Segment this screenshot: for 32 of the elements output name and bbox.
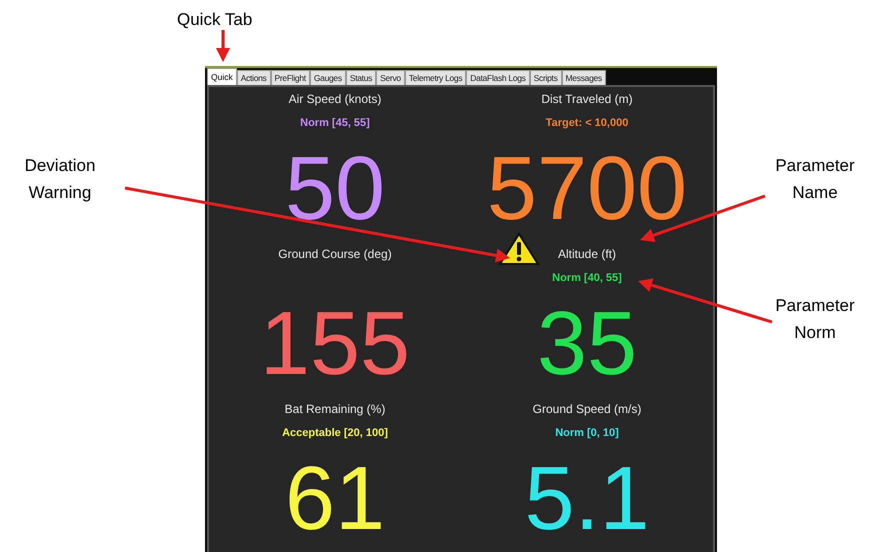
parameter-value: 50 xyxy=(284,139,386,239)
parameter-name: Altitude (ft) xyxy=(558,246,616,263)
parameter-norm: Norm [0, 10] xyxy=(555,426,619,441)
parameter-norm: Norm [45, 55] xyxy=(300,116,370,131)
parameter-name: Ground Speed (m/s) xyxy=(532,401,642,418)
tab[interactable]: Status xyxy=(346,70,376,85)
tab[interactable]: Gauges xyxy=(310,70,346,85)
parameter-value: 5.1 xyxy=(524,449,650,549)
tab[interactable]: Telemetry Logs xyxy=(404,70,466,85)
tab[interactable]: Servo xyxy=(376,70,405,85)
parameter-norm: Target: < 10,000 xyxy=(546,116,628,131)
parameter-value: 155 xyxy=(260,294,410,394)
parameter-norm: Acceptable [20, 100] xyxy=(282,426,388,441)
parameter-name: Air Speed (knots) xyxy=(288,91,382,108)
parameter-name: Dist Traveled (m) xyxy=(541,91,633,108)
annotation-label: Parameter Norm xyxy=(774,295,856,344)
tab[interactable]: PreFlight xyxy=(270,70,310,85)
parameter-value: 35 xyxy=(536,294,638,394)
tab[interactable]: DataFlash Logs xyxy=(466,70,530,85)
annotation-label: Deviation Warning xyxy=(24,155,96,204)
annotation-label: Parameter Name xyxy=(774,155,856,204)
parameter-name: Bat Remaining (%) xyxy=(284,401,386,418)
parameter-value: 5700 xyxy=(486,139,688,239)
parameter-name: Ground Course (deg) xyxy=(278,246,392,263)
parameter-norm: Norm [40, 55] xyxy=(552,270,622,286)
annotation-label: Quick Tab xyxy=(177,9,252,31)
tab[interactable]: Messages xyxy=(562,70,606,85)
tab[interactable]: Scripts xyxy=(530,70,562,85)
tab[interactable]: Actions xyxy=(236,70,271,85)
arrow xyxy=(216,30,230,62)
parameter-value: 61 xyxy=(284,449,386,549)
tab[interactable]: Quick xyxy=(207,68,237,85)
